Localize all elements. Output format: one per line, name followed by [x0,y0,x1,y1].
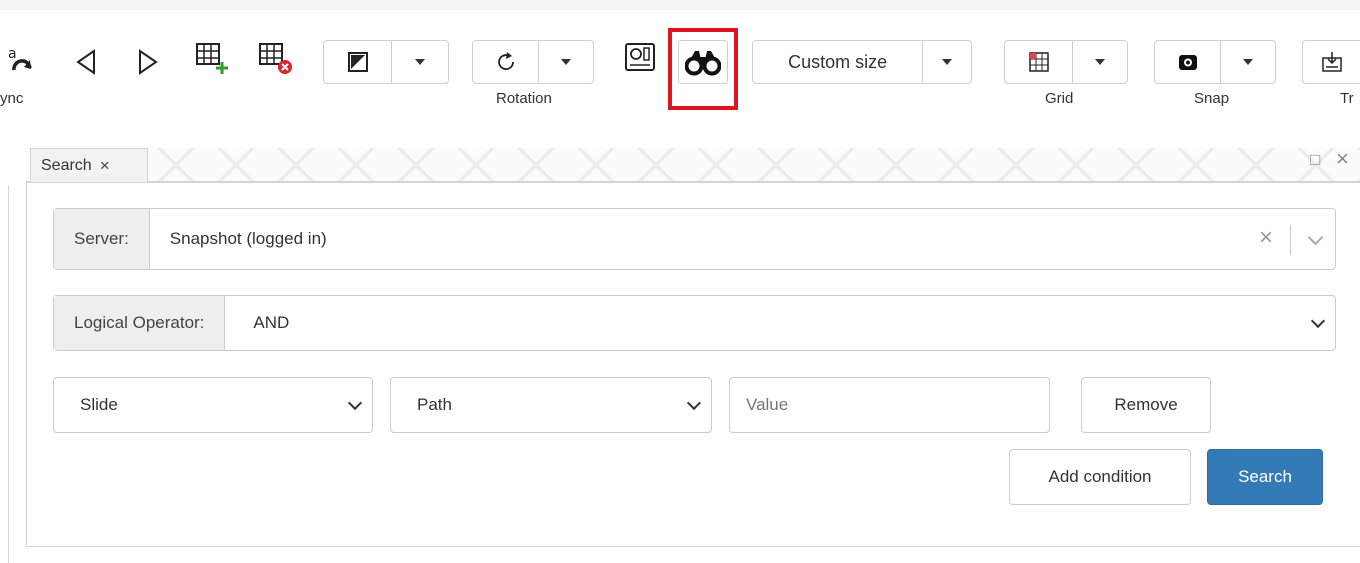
transfer-icon [1322,52,1342,72]
caret-down-icon [942,59,953,65]
rotate-button[interactable] [473,41,540,83]
condition-field-select[interactable]: Slide [53,377,373,433]
caret-down-icon [561,59,572,65]
grid-remove-icon [259,43,292,74]
condition-value-input[interactable] [729,377,1050,433]
tab-close-icon[interactable]: × [100,156,110,176]
condition-attribute-select[interactable]: Path [390,377,712,433]
rotate-clockwise-icon [497,52,514,70]
rotation-dropdown-toggle[interactable] [539,41,593,83]
contrast-icon [347,52,368,72]
caret-down-icon [415,59,426,65]
snap-dropdown-toggle[interactable] [1221,41,1275,83]
left-panel-border [8,185,9,563]
remove-condition-button[interactable]: Remove [1081,377,1211,433]
sync-label: ync [0,90,24,107]
add-grid-button[interactable] [190,36,232,80]
snap-split-button [1154,40,1276,84]
contrast-button[interactable] [324,41,393,83]
custom-size-button[interactable]: Custom size [753,41,924,83]
transfer-button[interactable] [1302,40,1360,84]
grid-icon [1028,52,1049,72]
logical-operator-group[interactable]: Logical Operator: AND [53,295,1336,351]
caret-down-icon [1243,59,1254,65]
remove-grid-button[interactable] [254,36,296,80]
logical-operator-select[interactable]: AND [225,296,1335,350]
add-condition-button[interactable]: Add condition [1009,449,1191,505]
grid-button[interactable] [1005,41,1074,83]
custom-size-dropdown-toggle[interactable] [923,41,971,83]
image-annotation-icon [625,43,655,71]
server-label: Server: [54,209,150,269]
grid-add-icon [196,43,228,74]
camera-icon [1178,55,1197,70]
grid-dropdown-toggle[interactable] [1073,41,1127,83]
panel-tab-bar [26,148,1360,182]
tab-search-label: Search [41,156,92,174]
top-border [0,0,1360,10]
panel-close-icon[interactable]: × [1336,146,1349,172]
maximize-icon[interactable]: □ [1310,150,1320,170]
search-panel: Server: Snapshot (logged in) × Logical O… [26,182,1360,547]
contrast-split-button [323,40,449,84]
tab-search[interactable]: Search × [30,148,148,182]
grid-label: Grid [1045,90,1074,107]
transfer-label: Tr [1340,90,1354,107]
search-button[interactable]: Search [1207,449,1323,505]
grid-split-button [1004,40,1128,84]
condition-attribute-value: Path [417,395,452,414]
next-button[interactable] [128,40,168,84]
contrast-dropdown-toggle[interactable] [392,41,448,83]
clear-icon[interactable]: × [1259,225,1273,251]
logical-operator-label: Logical Operator: [54,296,226,350]
svg-text:a: a [8,46,17,62]
triangle-left-icon [76,49,95,75]
annotation-button[interactable] [618,36,662,80]
server-select-separator [1290,225,1291,255]
transfer-button-main[interactable] [1303,41,1360,83]
toolbar: a ync Rotation Custom size Grid Snap Tr [0,10,1360,120]
rotation-split-button [472,40,594,84]
chevron-down-icon [347,395,363,411]
triangle-right-icon [139,49,158,75]
rotation-label: Rotation [496,90,552,107]
server-select-value[interactable]: Snapshot (logged in) [150,209,1335,269]
snap-button[interactable] [1155,41,1222,83]
previous-button[interactable] [66,40,106,84]
caret-down-icon [1095,59,1106,65]
condition-field-value: Slide [80,395,118,414]
snap-label: Snap [1194,90,1230,107]
highlight-box [668,28,738,110]
chevron-down-icon [686,395,702,411]
custom-size-split-button: Custom size [752,40,972,84]
server-select-group[interactable]: Server: Snapshot (logged in) × [53,208,1336,270]
sync-button[interactable]: a [0,40,44,84]
sync-icon: a [8,46,32,71]
